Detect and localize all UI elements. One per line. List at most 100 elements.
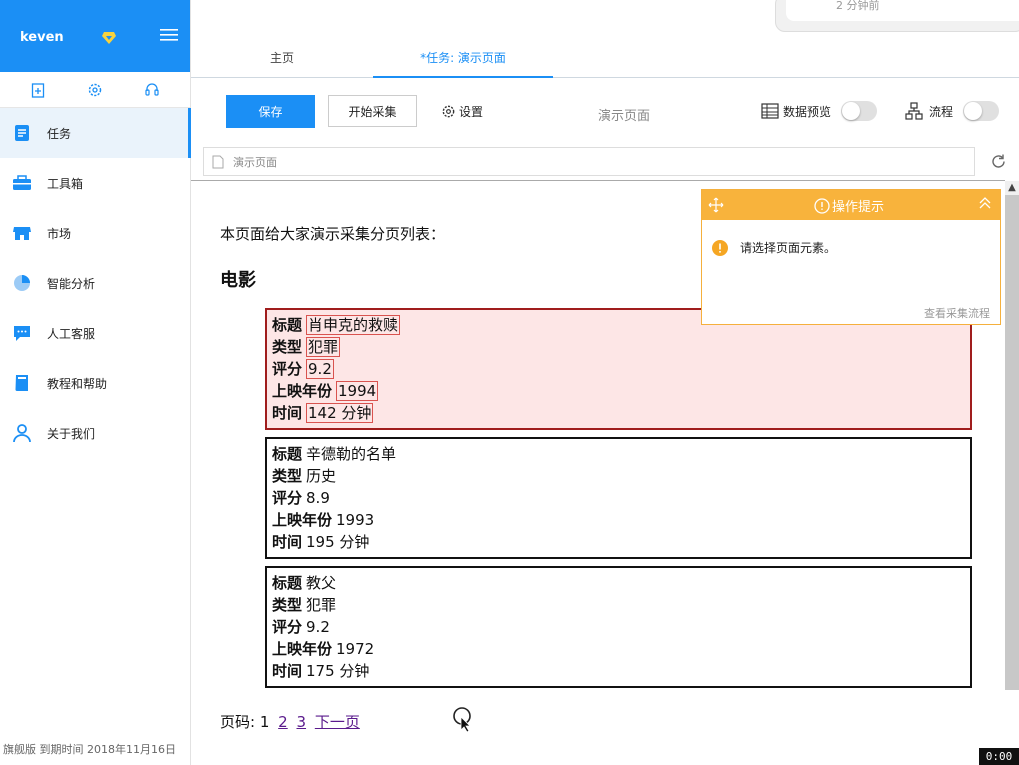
notification-text: 2 分钟前	[786, 0, 1019, 21]
movie-year-row[interactable]: 上映年份 1972	[272, 638, 965, 660]
sidebar-item-label: 智能分析	[47, 276, 96, 291]
movie-type-row[interactable]: 类型 历史	[272, 465, 965, 487]
movie-rating-row[interactable]: 评分 9.2	[272, 616, 965, 638]
movie-duration[interactable]: 142 分钟	[306, 403, 374, 423]
tip-message-text: 请选择页面元素。	[740, 241, 837, 255]
document-icon	[212, 155, 224, 169]
sidebar: keven 任务 工具箱 市场 智能分析 人工客服 教程和帮助 关于我们 旗舰版…	[0, 0, 191, 765]
flow-toggle[interactable]	[963, 101, 1000, 121]
clipboard-add-icon[interactable]	[30, 82, 46, 98]
field-label: 类型	[272, 596, 303, 614]
sidebar-item-support[interactable]: 人工客服	[0, 308, 190, 358]
data-preview-toggle[interactable]	[841, 101, 878, 121]
sidebar-item-label: 人工客服	[47, 326, 96, 341]
movie-rating[interactable]: 9.2	[306, 359, 334, 379]
sidebar-item-help[interactable]: 教程和帮助	[0, 358, 190, 408]
tab-home[interactable]: 主页	[191, 38, 373, 78]
movie-year-row[interactable]: 上映年份 1994	[272, 380, 965, 402]
movie-year[interactable]: 1972	[336, 640, 374, 658]
movie-year-row[interactable]: 上映年份 1993	[272, 509, 965, 531]
field-label: 标题	[272, 316, 303, 334]
movie-duration-row[interactable]: 时间 142 分钟	[272, 402, 965, 424]
headset-icon[interactable]	[144, 82, 160, 98]
pie-chart-icon	[14, 275, 30, 291]
sidebar-item-label: 任务	[47, 126, 72, 141]
next-page-link[interactable]: 下一页	[315, 713, 360, 731]
movie-rating[interactable]: 9.2	[306, 618, 330, 636]
movie-year[interactable]: 1994	[336, 381, 379, 401]
sidebar-item-about[interactable]: 关于我们	[0, 408, 190, 458]
start-collect-button[interactable]: 开始采集	[328, 95, 417, 127]
movie-card-selected[interactable]: 标题 肖申克的救赎 类型 犯罪 评分 9.2 上映年份 1994 时间 142 分钟	[265, 308, 972, 430]
tab-task-demo[interactable]: *任务: 演示页面	[373, 38, 553, 78]
toolbox-icon	[13, 175, 31, 190]
field-label: 评分	[272, 618, 303, 636]
movie-type[interactable]: 犯罪	[306, 337, 341, 357]
movie-type[interactable]: 历史	[306, 467, 336, 485]
movie-duration-row[interactable]: 时间 175 分钟	[272, 660, 965, 682]
movie-rating-row[interactable]: 评分 8.9	[272, 487, 965, 509]
hamburger-menu-icon[interactable]	[160, 27, 178, 43]
url-bar[interactable]: 演示页面	[203, 147, 975, 176]
movie-title-row[interactable]: 标题 辛德勒的名单	[272, 443, 965, 465]
movie-card[interactable]: 标题 辛德勒的名单 类型 历史 评分 8.9 上映年份 1993 时间 195 分钟	[265, 437, 972, 559]
movie-type-row[interactable]: 类型 犯罪	[272, 594, 965, 616]
url-input[interactable]: 演示页面	[233, 154, 277, 170]
sidebar-item-label: 关于我们	[47, 426, 96, 441]
sidebar-item-task[interactable]: 任务	[0, 108, 191, 158]
movie-duration[interactable]: 175 分钟	[306, 662, 369, 680]
movie-duration-row[interactable]: 时间 195 分钟	[272, 531, 965, 553]
task-icon	[15, 125, 29, 141]
refresh-icon[interactable]	[990, 153, 1007, 170]
movie-title[interactable]: 教父	[306, 574, 336, 592]
movie-duration[interactable]: 195 分钟	[306, 533, 369, 551]
scroll-up-arrow-icon[interactable]: ▲	[1005, 181, 1019, 195]
settings-button[interactable]: 设置	[441, 103, 483, 120]
sidebar-item-market[interactable]: 市场	[0, 208, 190, 258]
page-title: 演示页面	[598, 109, 651, 124]
sidebar-item-label: 工具箱	[47, 176, 84, 191]
movie-title[interactable]: 肖申克的救赎	[306, 315, 401, 335]
sidebar-header: keven	[0, 0, 190, 72]
notification-popup: 2 分钟前	[775, 0, 1019, 32]
gear-icon[interactable]	[87, 82, 103, 98]
movie-rating-row[interactable]: 评分 9.2	[272, 358, 965, 380]
page-link-3[interactable]: 3	[296, 713, 306, 731]
movie-type[interactable]: 犯罪	[306, 596, 336, 614]
tip-header[interactable]: 操作提示	[702, 190, 1000, 220]
field-label: 上映年份	[272, 382, 333, 400]
sidebar-item-toolbox[interactable]: 工具箱	[0, 158, 190, 208]
movie-title-row[interactable]: 标题 教父	[272, 572, 965, 594]
field-label: 标题	[272, 445, 303, 463]
license-footer: 旗舰版 到期时间 2018年11月16日	[3, 743, 176, 756]
tab-bar: 主页 *任务: 演示页面	[191, 38, 1019, 78]
data-preview-label: 数据预览	[783, 104, 832, 119]
vip-diamond-icon	[102, 32, 116, 44]
gear-icon	[442, 105, 455, 118]
sidebar-item-analysis[interactable]: 智能分析	[0, 258, 190, 308]
tip-title: 操作提示	[814, 196, 884, 215]
data-preview-control: 数据预览	[761, 101, 878, 121]
tip-title-text: 操作提示	[832, 200, 885, 215]
field-label: 标题	[272, 574, 303, 592]
movie-rating[interactable]: 8.9	[306, 489, 330, 507]
section-heading: 电影	[220, 270, 256, 291]
move-icon[interactable]	[708, 197, 724, 213]
page-link-2[interactable]: 2	[278, 713, 288, 731]
movie-card[interactable]: 标题 教父 类型 犯罪 评分 9.2 上映年份 1972 时间 175 分钟	[265, 566, 972, 688]
field-label: 时间	[272, 662, 303, 680]
movie-year[interactable]: 1993	[336, 511, 374, 529]
view-flow-link[interactable]: 查看采集流程	[924, 305, 990, 321]
movie-type-row[interactable]: 类型 犯罪	[272, 336, 965, 358]
chevron-up-icon[interactable]	[978, 196, 992, 210]
field-label: 类型	[272, 467, 303, 485]
chat-icon	[14, 326, 30, 341]
vertical-scrollbar[interactable]	[1005, 181, 1019, 690]
field-label: 上映年份	[272, 640, 333, 658]
movie-title[interactable]: 辛德勒的名单	[306, 445, 396, 463]
save-button[interactable]: 保存	[226, 95, 315, 128]
sidebar-toolbar	[0, 72, 190, 108]
settings-label: 设置	[459, 105, 484, 119]
sidebar-item-label: 市场	[47, 226, 72, 241]
pagination-label: 页码: 1	[220, 713, 270, 731]
